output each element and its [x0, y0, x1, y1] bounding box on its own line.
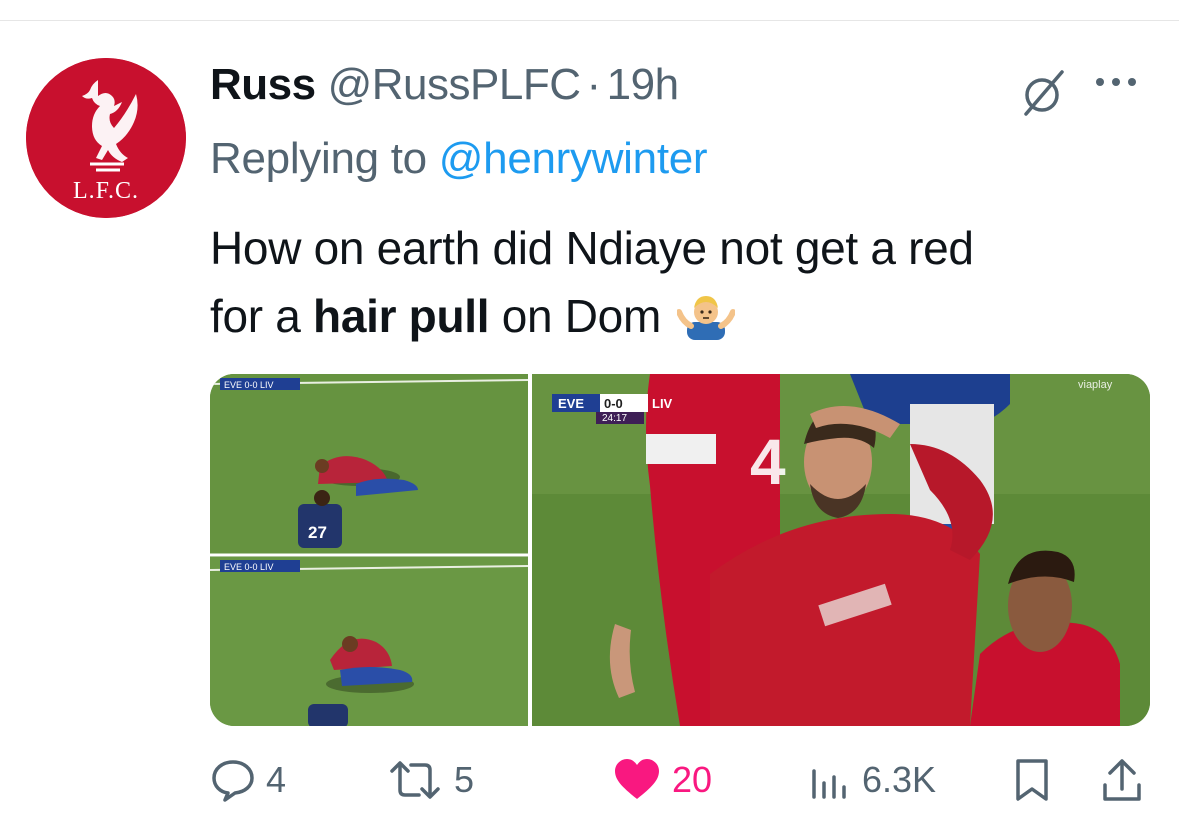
- views-button[interactable]: 6.3K: [808, 752, 936, 808]
- tweet-line-2-suffix: on Dom: [501, 290, 662, 342]
- tweet-line-1: How on earth did Ndiaye not get a red: [210, 222, 974, 274]
- tweet-line-2-prefix: for a: [210, 290, 301, 342]
- reply-prefix: Replying to: [210, 134, 427, 183]
- bookmark-button[interactable]: [1010, 752, 1054, 808]
- media-left-bottom-panel: EVE 0-0 LIV: [210, 557, 529, 726]
- broadcaster-watermark: viaplay: [1078, 379, 1113, 391]
- share-button[interactable]: [1100, 752, 1144, 808]
- retweet-icon: [386, 757, 444, 803]
- retweet-button[interactable]: 5: [386, 752, 474, 808]
- reply-handle-link[interactable]: @henrywinter: [439, 134, 708, 183]
- grok-icon[interactable]: [1020, 68, 1070, 118]
- separator: ·: [586, 60, 601, 109]
- tweet-bold-text: hair pull: [313, 290, 490, 342]
- tweet-media[interactable]: EVE 0-0 LIV 27 EVE 0-0 LIV 4 EVE 0-0 LIV…: [210, 374, 1150, 726]
- action-bar: 4 5 20 6.3K: [210, 752, 1150, 808]
- media-left-top-panel: EVE 0-0 LIV 27: [210, 374, 529, 554]
- author-handle[interactable]: @RussPLFC: [328, 60, 581, 110]
- shirt-number: 4: [750, 426, 786, 498]
- bookmark-icon: [1010, 757, 1054, 803]
- tweet-header: Russ @RussPLFC · 19h: [210, 60, 679, 110]
- avatar-lettering: L.F.C.: [72, 178, 140, 204]
- match-clock: 24:17: [602, 413, 627, 424]
- views-icon: [808, 757, 852, 803]
- left-score-top: EVE 0-0 LIV: [224, 380, 274, 390]
- share-icon: [1100, 757, 1144, 803]
- top-divider: [0, 20, 1179, 21]
- player-number: 27: [308, 523, 327, 542]
- author-name[interactable]: Russ: [210, 60, 316, 110]
- shrug-emoji: [676, 290, 737, 340]
- like-icon: [612, 757, 662, 803]
- replying-to: Replying to @henrywinter: [210, 134, 708, 184]
- reply-icon: [210, 757, 256, 803]
- score-home: EVE: [558, 396, 584, 411]
- retweet-count: 5: [454, 759, 475, 800]
- avatar[interactable]: L.F.C.: [26, 58, 186, 218]
- reply-count: 4: [266, 759, 287, 800]
- media-right-panel: 4 EVE 0-0 LIV 24:17 viaplay: [532, 374, 1150, 726]
- tweet-text: How on earth did Ndiaye not get a red fo…: [210, 214, 1150, 350]
- score-value: 0-0: [604, 396, 623, 411]
- timestamp[interactable]: 19h: [607, 60, 679, 110]
- left-score-bottom: EVE 0-0 LIV: [224, 562, 274, 572]
- tweet-line-2: for a hair pull on Dom: [210, 282, 1150, 350]
- like-count: 20: [672, 759, 713, 800]
- reply-button[interactable]: 4: [210, 752, 286, 808]
- more-icon[interactable]: [1096, 72, 1146, 92]
- like-button[interactable]: 20: [612, 752, 712, 808]
- score-away: LIV: [652, 396, 673, 411]
- views-count: 6.3K: [862, 759, 937, 800]
